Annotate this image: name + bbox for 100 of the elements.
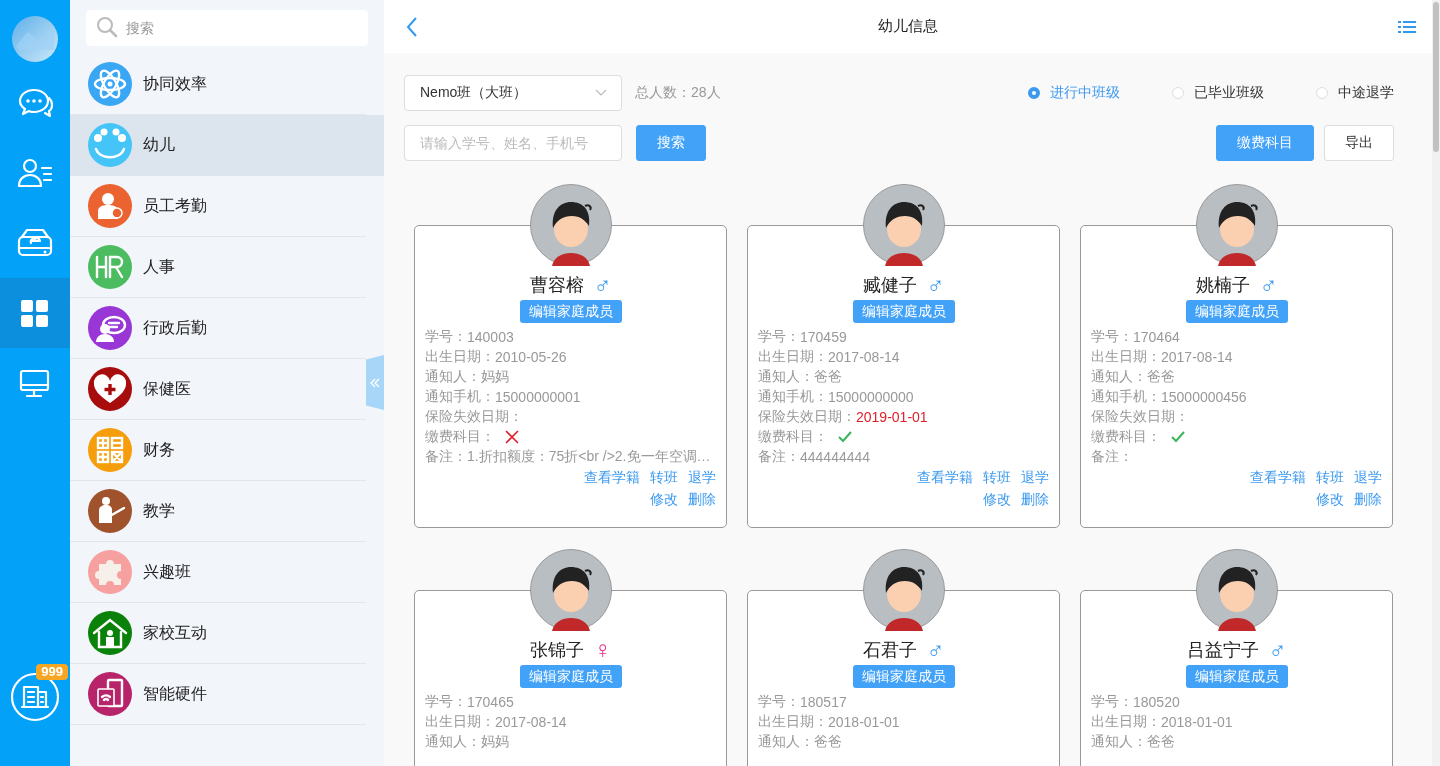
- field-label: 通知手机：: [425, 388, 495, 406]
- student-name: 姚楠子: [1195, 274, 1250, 297]
- list-button[interactable]: [1398, 18, 1416, 35]
- field-label: 出生日期：: [1091, 713, 1161, 731]
- search-field[interactable]: 搜索: [86, 10, 368, 46]
- house-icon: [88, 611, 132, 655]
- edit-family-button[interactable]: 编辑家庭成员: [852, 665, 955, 688]
- menu-label: 智能硬件: [143, 683, 207, 704]
- edit-family-button[interactable]: 编辑家庭成员: [519, 665, 622, 688]
- page-title: 幼儿信息: [878, 17, 938, 36]
- field-label: 学号：: [1091, 693, 1133, 711]
- field-label: 出生日期：: [758, 348, 828, 366]
- card-link[interactable]: 查看学籍: [584, 469, 640, 487]
- field-label: 出生日期：: [425, 348, 495, 366]
- nav-button[interactable]: [0, 278, 70, 348]
- field-label: 通知手机：: [1091, 388, 1161, 406]
- smiley-icon: [88, 123, 132, 167]
- puzzle-icon: [88, 550, 132, 594]
- field-label: 备注：: [1091, 448, 1133, 466]
- search-button[interactable]: 搜索: [636, 125, 706, 161]
- back-icon: [406, 15, 418, 38]
- field-label: 出生日期：: [758, 713, 828, 731]
- back-button[interactable]: [406, 15, 418, 38]
- field-label: 缴费科目：: [758, 428, 828, 446]
- card-link[interactable]: 退学: [1021, 469, 1049, 487]
- field-label: 保险失效日期：: [758, 408, 856, 426]
- field-value: 妈妈: [481, 733, 509, 751]
- scrollbar[interactable]: [1432, 0, 1440, 766]
- card-link[interactable]: 退学: [688, 469, 716, 487]
- field-value: 1.折扣额度：75折<br />2.免一年空调…: [467, 448, 711, 466]
- radio-option[interactable]: 已毕业班级: [1172, 84, 1264, 102]
- field-label: 保险失效日期：: [1091, 408, 1189, 426]
- menu-item[interactable]: 幼儿: [70, 115, 384, 176]
- menu-item[interactable]: 家校互动: [70, 603, 366, 664]
- edit-family-button[interactable]: 编辑家庭成员: [519, 300, 622, 323]
- chevron-down-icon: [595, 89, 607, 97]
- field-value: 2018-01-01: [1161, 714, 1233, 730]
- card-link[interactable]: 修改: [1316, 491, 1344, 509]
- card-link[interactable]: 删除: [1021, 491, 1049, 509]
- field-label: 通知人：: [1091, 368, 1147, 386]
- field-label: 备注：: [425, 448, 467, 466]
- field-label: 出生日期：: [1091, 348, 1161, 366]
- field-label: 出生日期：: [425, 713, 495, 731]
- scrollbar-thumb[interactable]: [1433, 2, 1439, 152]
- menu-item[interactable]: 人事: [70, 237, 366, 298]
- search-input[interactable]: 请输入学号、姓名、手机号: [404, 125, 622, 161]
- count-badge: 999: [36, 664, 68, 680]
- card-link[interactable]: 删除: [1354, 491, 1382, 509]
- double-chevron-icon: [369, 376, 381, 389]
- gender-symbol: ♂: [1259, 272, 1278, 298]
- menu-item[interactable]: 财务: [70, 420, 366, 481]
- menu-label: 财务: [143, 439, 175, 460]
- student-name: 曹容榕: [529, 274, 584, 297]
- field-value: 170464: [1133, 329, 1180, 345]
- menu-label: 教学: [143, 500, 175, 521]
- card-link[interactable]: 转班: [650, 469, 678, 487]
- card-link[interactable]: 转班: [983, 469, 1011, 487]
- radio-option[interactable]: 中途退学: [1316, 84, 1394, 102]
- radio-option[interactable]: 进行中班级: [1028, 84, 1120, 102]
- card-link[interactable]: 删除: [688, 491, 716, 509]
- menu-item[interactable]: 兴趣班: [70, 542, 366, 603]
- user-avatar: [12, 16, 58, 62]
- list-icon: [1398, 18, 1416, 35]
- menu-item[interactable]: 员工考勤: [70, 176, 366, 237]
- edit-family-button[interactable]: 编辑家庭成员: [1185, 300, 1288, 323]
- hr-icon: [88, 245, 132, 289]
- edit-family-button[interactable]: 编辑家庭成员: [1185, 665, 1288, 688]
- card-link[interactable]: 转班: [1316, 469, 1344, 487]
- edit-family-button[interactable]: 编辑家庭成员: [852, 300, 955, 323]
- device-icon: [88, 672, 132, 716]
- menu-label: 员工考勤: [143, 195, 207, 216]
- card-link[interactable]: 查看学籍: [1250, 469, 1306, 487]
- menu-item[interactable]: 行政后勤: [70, 298, 366, 359]
- student-name: 吕益宁子: [1186, 639, 1259, 662]
- field-label: 备注：: [758, 448, 800, 466]
- atom-icon: [88, 62, 132, 106]
- class-select[interactable]: Nemo班（大班）: [404, 75, 622, 111]
- teacher-icon: [88, 489, 132, 533]
- collapse-button[interactable]: [366, 355, 384, 410]
- action-button[interactable]: 导出: [1324, 125, 1394, 161]
- field-label: 学号：: [425, 328, 467, 346]
- field-value: 妈妈: [481, 368, 509, 386]
- field-label: 通知人：: [758, 368, 814, 386]
- student-name: 石君子: [862, 639, 917, 662]
- menu-item[interactable]: 智能硬件: [70, 664, 366, 725]
- card-link[interactable]: 修改: [650, 491, 678, 509]
- gender-symbol: ♂: [926, 272, 945, 298]
- menu-label: 幼儿: [143, 134, 175, 155]
- menu-label: 协同效率: [143, 73, 207, 94]
- field-label: 通知人：: [758, 733, 814, 751]
- menu-item[interactable]: 保健医: [70, 359, 366, 420]
- action-button[interactable]: 缴费科目: [1216, 125, 1314, 161]
- card-link[interactable]: 查看学籍: [917, 469, 973, 487]
- field-label: 缴费科目：: [1091, 428, 1161, 446]
- menu-item[interactable]: 教学: [70, 481, 366, 542]
- field-value: 2017-08-14: [828, 349, 900, 365]
- gender-symbol: ♂: [926, 637, 945, 663]
- field-label: 通知人：: [425, 733, 481, 751]
- card-link[interactable]: 修改: [983, 491, 1011, 509]
- card-link[interactable]: 退学: [1354, 469, 1382, 487]
